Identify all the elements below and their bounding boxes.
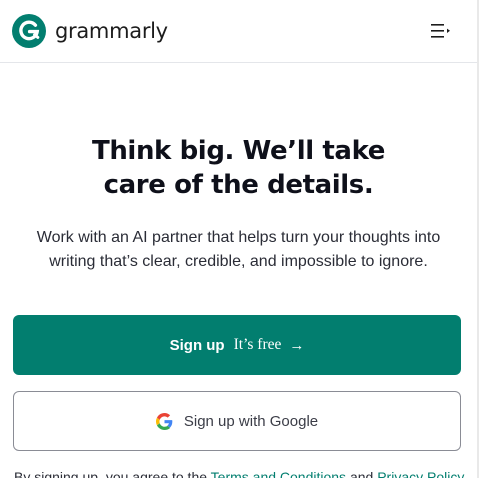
page: grammarly Think big. We’ll take care of … xyxy=(0,0,479,478)
hero-subtext: Work with an AI partner that helps turn … xyxy=(20,226,457,274)
arrow-right-icon: → xyxy=(289,336,305,354)
sign-up-label: Sign up xyxy=(169,336,225,354)
menu-button[interactable] xyxy=(427,20,455,42)
subtext-line-1: Work with an AI partner that helps turn … xyxy=(36,229,441,246)
sign-up-button[interactable]: Sign up It’s free → xyxy=(13,315,461,375)
grammarly-g-logo-icon xyxy=(12,14,46,48)
top-header: grammarly xyxy=(0,0,477,63)
privacy-policy-link[interactable]: Privacy Policy xyxy=(377,469,464,478)
google-button-label: Sign up with Google xyxy=(183,412,319,430)
sign-up-with-google-button[interactable]: Sign up with Google xyxy=(13,391,461,451)
hamburger-menu-icon xyxy=(431,24,450,38)
brand-logo[interactable]: grammarly xyxy=(12,14,168,48)
headline-line-2: care of the details. xyxy=(103,170,374,200)
subtext-line-2: writing that’s clear, credible, and impo… xyxy=(49,253,428,270)
google-g-icon xyxy=(155,412,173,430)
headline-line-1: Think big. We’ll take xyxy=(91,136,385,166)
brand-name: grammarly xyxy=(55,19,168,43)
hero-headline: Think big. We’ll take care of the detail… xyxy=(0,134,477,202)
its-free-label: It’s free xyxy=(233,336,282,353)
legal-middle: and xyxy=(346,469,378,478)
terms-and-conditions-link[interactable]: Terms and Conditions xyxy=(211,469,346,478)
legal-notice: By signing up, you agree to the Terms an… xyxy=(14,468,474,478)
legal-prefix: By signing up, you agree to the xyxy=(14,469,211,478)
